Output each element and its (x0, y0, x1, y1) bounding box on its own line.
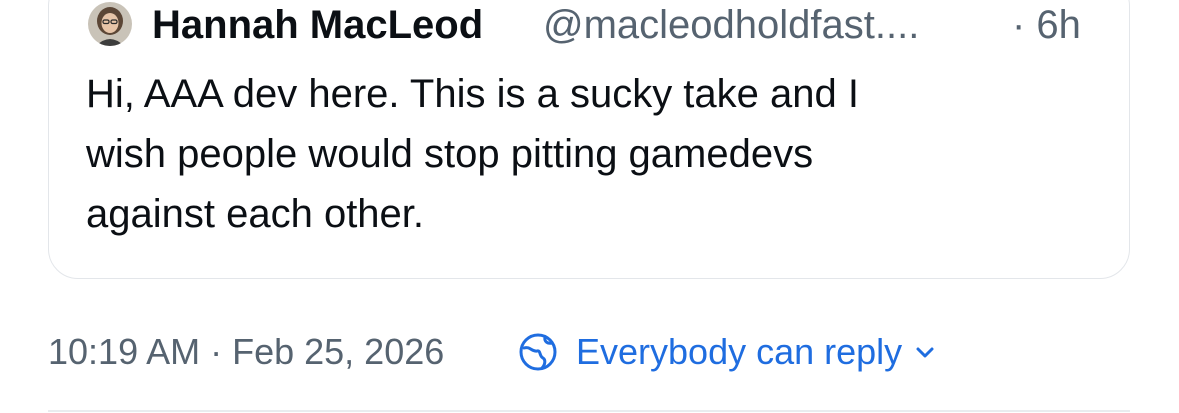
quoted-post-text: Hi, AAA dev here. This is a sucky take a… (86, 64, 1086, 244)
reply-setting-label[interactable]: Everybody can reply (576, 326, 902, 378)
chevron-down-icon (916, 347, 934, 358)
author-avatar[interactable] (88, 2, 132, 46)
globe-icon (519, 333, 557, 371)
author-handle[interactable]: @macleodholdfast.... (543, 0, 919, 50)
post-text-line: wish people would stop pitting gamedevs (86, 132, 814, 176)
post-age: · 6h (1012, 3, 1081, 47)
post-timestamp: 10:19 AM · Feb 25, 2026 (48, 331, 445, 372)
divider (48, 410, 1130, 412)
post-text-line: Hi, AAA dev here. This is a sucky take a… (86, 72, 859, 116)
avatar-photo-icon (88, 2, 132, 46)
author-name[interactable]: Hannah MacLeod (152, 0, 483, 50)
reply-setting-button[interactable]: Everybody can reply (518, 326, 936, 378)
post-text-line: against each other. (86, 192, 425, 236)
